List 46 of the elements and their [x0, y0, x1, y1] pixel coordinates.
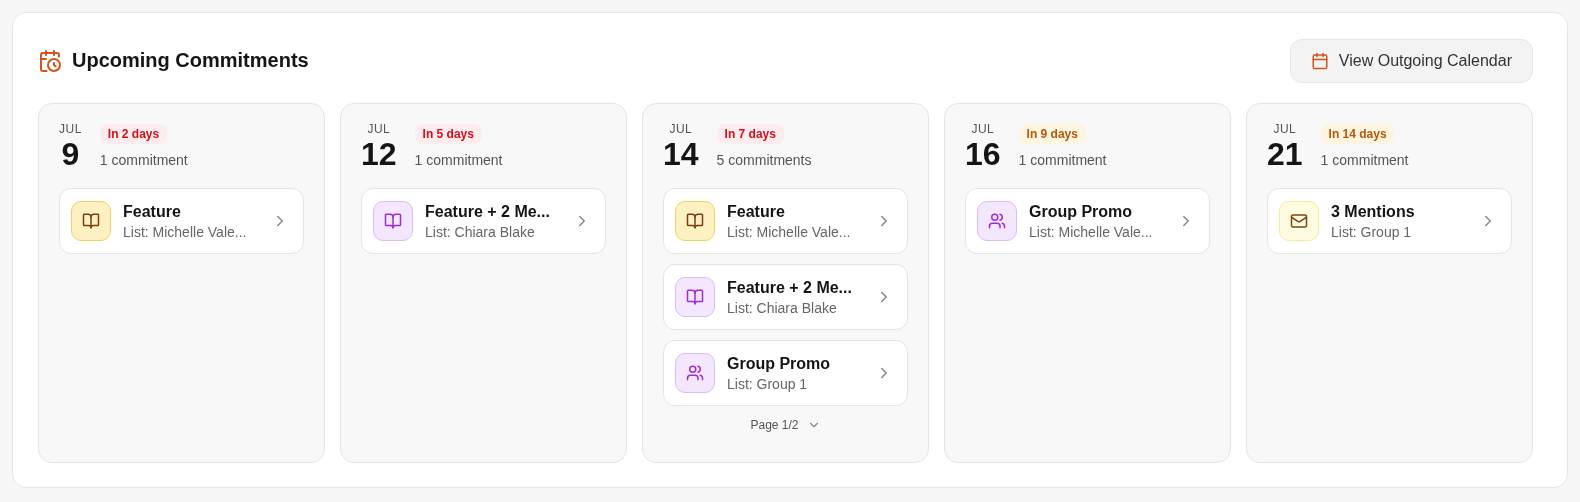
due-badge: In 9 days [1018, 124, 1086, 144]
item-title: 3 Mentions [1331, 202, 1416, 221]
commitment-item[interactable]: Group Promo List: Michelle Vale... [965, 188, 1210, 254]
commitment-item[interactable]: Feature + 2 Me... List: Chiara Blake [663, 264, 908, 330]
day-number: 9 [61, 136, 80, 172]
item-list: List: Chiara Blake [425, 223, 561, 240]
due-badge: In 7 days [716, 124, 784, 144]
item-list: List: Michelle Vale... [123, 223, 259, 240]
month-label: JUL [971, 122, 995, 136]
item-title: Group Promo [727, 354, 832, 373]
item-list: List: Chiara Blake [727, 299, 863, 316]
item-list: List: Michelle Vale... [727, 223, 863, 240]
due-badge: In 14 days [1320, 124, 1395, 144]
month-label: JUL [1273, 122, 1297, 136]
view-calendar-button[interactable]: View Outgoing Calendar [1289, 38, 1533, 83]
calendar-clock-icon [38, 48, 62, 73]
commitment-count: 1 commitment [414, 152, 503, 168]
commitment-count: 1 commitment [99, 152, 188, 168]
due-badge: In 2 days [99, 124, 168, 144]
month-label: JUL [367, 122, 391, 136]
item-list: List: Group 1 [1331, 223, 1467, 240]
commitment-count: 1 commitment [1320, 152, 1409, 168]
item-list: List: Group 1 [727, 375, 863, 392]
day-number: 12 [361, 136, 397, 172]
commitment-count: 1 commitment [1018, 152, 1107, 168]
item-title: Feature [123, 202, 182, 221]
section-title: Upcoming Commitments [72, 49, 309, 72]
commitment-item[interactable]: Feature List: Michelle Vale... [59, 188, 304, 254]
due-badge: In 5 days [414, 124, 482, 144]
item-list: List: Michelle Vale... [1029, 223, 1165, 240]
item-title: Feature [727, 202, 786, 221]
commitment-item[interactable]: Feature + 2 Me... List: Chiara Blake [361, 188, 606, 254]
month-label: JUL [669, 122, 693, 136]
day-number: 14 [663, 136, 699, 172]
calendar-icon [1310, 51, 1329, 70]
day-number: 21 [1267, 136, 1303, 172]
item-title: Group Promo [1029, 202, 1134, 221]
month-label: JUL [59, 122, 82, 136]
item-title: Feature + 2 Me... [425, 202, 551, 221]
day-number: 16 [965, 136, 1001, 172]
item-title: Feature + 2 Me... [727, 278, 853, 297]
commitment-item[interactable]: Feature List: Michelle Vale... [663, 188, 908, 254]
commitment-item[interactable]: Group Promo List: Group 1 [663, 340, 908, 406]
commitment-count: 5 commitments [716, 152, 812, 168]
page-toggle[interactable]: Page 1/2 [746, 416, 825, 434]
commitment-item[interactable]: 3 Mentions List: Group 1 [1267, 188, 1512, 254]
